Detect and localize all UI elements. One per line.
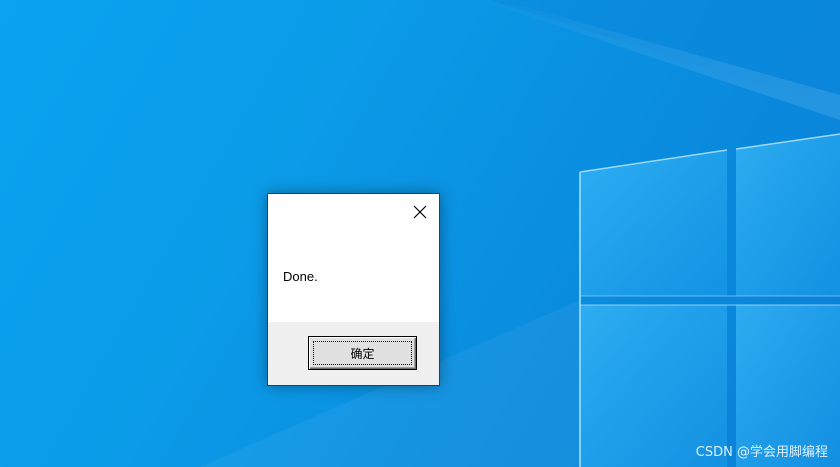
- close-icon: [413, 205, 427, 219]
- close-button[interactable]: [407, 200, 433, 224]
- desktop: Done. 确定 CSDN @学会用脚编程: [0, 0, 840, 467]
- dialog-footer: 确定: [268, 322, 439, 385]
- dialog-message: Done.: [283, 269, 318, 284]
- ok-button[interactable]: 确定: [308, 336, 417, 370]
- message-dialog: Done. 确定: [267, 193, 440, 386]
- windows-logo: [579, 133, 840, 467]
- watermark: CSDN @学会用脚编程: [695, 445, 828, 460]
- ok-button-label: 确定: [313, 341, 412, 365]
